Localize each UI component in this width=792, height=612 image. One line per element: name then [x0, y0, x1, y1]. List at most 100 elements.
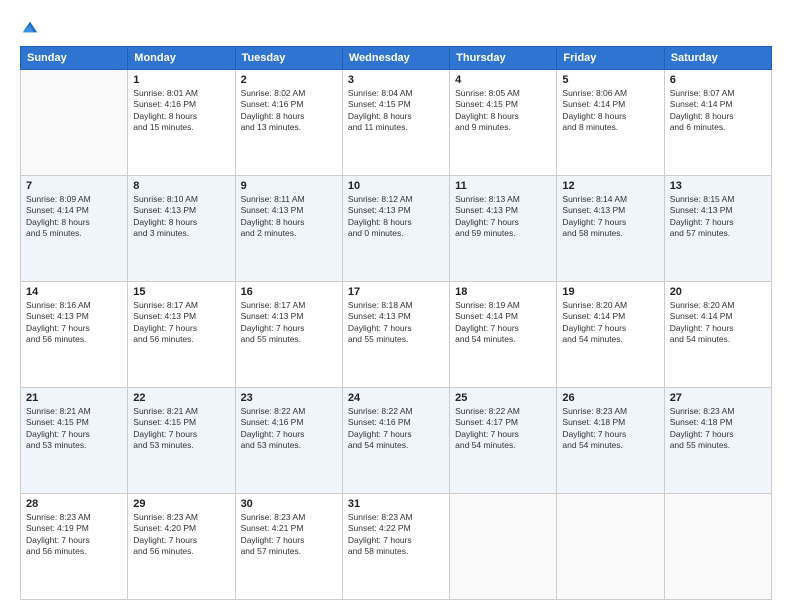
day-number: 6 — [670, 74, 766, 86]
calendar-cell: 21 Sunrise: 8:21 AMSunset: 4:15 PMDayligh… — [21, 388, 128, 494]
day-info: Sunrise: 8:22 AMSunset: 4:16 PMDaylight:… — [348, 406, 444, 452]
calendar-cell: 3 Sunrise: 8:04 AMSunset: 4:15 PMDaylight… — [342, 70, 449, 176]
day-info: Sunrise: 8:19 AMSunset: 4:14 PMDaylight:… — [455, 300, 551, 346]
day-number: 14 — [26, 286, 122, 298]
calendar-week-row: 14Sunrise: 8:16 AMSunset: 4:13 PMDayligh… — [21, 282, 772, 388]
weekday-header-friday: Friday — [557, 47, 664, 70]
day-number: 1 — [133, 74, 229, 86]
day-info: Sunrise: 8:21 AMSunset: 4:15 PMDaylight:… — [133, 406, 229, 452]
calendar-cell: 8 Sunrise: 8:10 AMSunset: 4:13 PMDaylight… — [128, 176, 235, 282]
calendar-cell: 27 Sunrise: 8:23 AMSunset: 4:18 PMDayligh… — [664, 388, 771, 494]
calendar-cell: 6 Sunrise: 8:07 AMSunset: 4:14 PMDaylight… — [664, 70, 771, 176]
day-number: 20 — [670, 286, 766, 298]
day-info: Sunrise: 8:12 AMSunset: 4:13 PMDaylight:… — [348, 194, 444, 240]
calendar-cell — [664, 494, 771, 600]
calendar-cell: 28 Sunrise: 8:23 AMSunset: 4:19 PMDayligh… — [21, 494, 128, 600]
weekday-header-monday: Monday — [128, 47, 235, 70]
calendar-cell — [21, 70, 128, 176]
day-info: Sunrise: 8:05 AMSunset: 4:15 PMDaylight:… — [455, 88, 551, 134]
calendar-cell: 11Sunrise: 8:13 AMSunset: 4:13 PMDayligh… — [450, 176, 557, 282]
weekday-header-sunday: Sunday — [21, 47, 128, 70]
calendar-cell: 20 Sunrise: 8:20 AMSunset: 4:14 PMDayligh… — [664, 282, 771, 388]
day-info: Sunrise: 8:20 AMSunset: 4:14 PMDaylight:… — [562, 300, 658, 346]
day-number: 16 — [241, 286, 337, 298]
day-number: 25 — [455, 392, 551, 404]
day-number: 23 — [241, 392, 337, 404]
calendar-cell: 23Sunrise: 8:22 AMSunset: 4:16 PMDayligh… — [235, 388, 342, 494]
day-number: 4 — [455, 74, 551, 86]
weekday-header-thursday: Thursday — [450, 47, 557, 70]
day-number: 18 — [455, 286, 551, 298]
calendar-cell: 13 Sunrise: 8:15 AMSunset: 4:13 PMDayligh… — [664, 176, 771, 282]
day-number: 2 — [241, 74, 337, 86]
calendar-week-row: 28 Sunrise: 8:23 AMSunset: 4:19 PMDayligh… — [21, 494, 772, 600]
day-number: 15 — [133, 286, 229, 298]
calendar-cell: 18 Sunrise: 8:19 AMSunset: 4:14 PMDayligh… — [450, 282, 557, 388]
weekday-header-tuesday: Tuesday — [235, 47, 342, 70]
day-number: 28 — [26, 498, 122, 510]
day-number: 26 — [562, 392, 658, 404]
day-info: Sunrise: 8:13 AMSunset: 4:13 PMDaylight:… — [455, 194, 551, 240]
day-number: 30 — [241, 498, 337, 510]
day-info: Sunrise: 8:11 AMSunset: 4:13 PMDaylight:… — [241, 194, 337, 240]
day-number: 12 — [562, 180, 658, 192]
calendar-cell: 30 Sunrise: 8:23 AMSunset: 4:21 PMDayligh… — [235, 494, 342, 600]
day-info: Sunrise: 8:21 AMSunset: 4:15 PMDaylight:… — [26, 406, 122, 452]
calendar-cell: 24Sunrise: 8:22 AMSunset: 4:16 PMDayligh… — [342, 388, 449, 494]
day-number: 5 — [562, 74, 658, 86]
day-info: Sunrise: 8:18 AMSunset: 4:13 PMDaylight:… — [348, 300, 444, 346]
day-info: Sunrise: 8:23 AMSunset: 4:21 PMDaylight:… — [241, 512, 337, 558]
day-number: 21 — [26, 392, 122, 404]
day-number: 13 — [670, 180, 766, 192]
day-info: Sunrise: 8:10 AMSunset: 4:13 PMDaylight:… — [133, 194, 229, 240]
calendar-cell: 16 Sunrise: 8:17 AMSunset: 4:13 PMDayligh… — [235, 282, 342, 388]
day-info: Sunrise: 8:07 AMSunset: 4:14 PMDaylight:… — [670, 88, 766, 134]
day-number: 29 — [133, 498, 229, 510]
weekday-header-wednesday: Wednesday — [342, 47, 449, 70]
day-info: Sunrise: 8:04 AMSunset: 4:15 PMDaylight:… — [348, 88, 444, 134]
page: SundayMondayTuesdayWednesdayThursdayFrid… — [0, 0, 792, 612]
day-number: 9 — [241, 180, 337, 192]
calendar-cell: 31 Sunrise: 8:23 AMSunset: 4:22 PMDayligh… — [342, 494, 449, 600]
day-number: 3 — [348, 74, 444, 86]
day-info: Sunrise: 8:01 AMSunset: 4:16 PMDaylight:… — [133, 88, 229, 134]
calendar-cell: 19 Sunrise: 8:20 AMSunset: 4:14 PMDayligh… — [557, 282, 664, 388]
day-info: Sunrise: 8:15 AMSunset: 4:13 PMDaylight:… — [670, 194, 766, 240]
calendar-cell: 14Sunrise: 8:16 AMSunset: 4:13 PMDayligh… — [21, 282, 128, 388]
day-number: 10 — [348, 180, 444, 192]
day-number: 31 — [348, 498, 444, 510]
day-number: 17 — [348, 286, 444, 298]
header — [20, 18, 772, 36]
calendar-cell: 12Sunrise: 8:14 AMSunset: 4:13 PMDayligh… — [557, 176, 664, 282]
calendar-table: SundayMondayTuesdayWednesdayThursdayFrid… — [20, 46, 772, 600]
calendar-cell: 26Sunrise: 8:23 AMSunset: 4:18 PMDayligh… — [557, 388, 664, 494]
day-number: 27 — [670, 392, 766, 404]
day-info: Sunrise: 8:23 AMSunset: 4:22 PMDaylight:… — [348, 512, 444, 558]
day-info: Sunrise: 8:23 AMSunset: 4:19 PMDaylight:… — [26, 512, 122, 558]
calendar-cell: 22Sunrise: 8:21 AMSunset: 4:15 PMDayligh… — [128, 388, 235, 494]
day-info: Sunrise: 8:22 AMSunset: 4:17 PMDaylight:… — [455, 406, 551, 452]
calendar-cell: 17 Sunrise: 8:18 AMSunset: 4:13 PMDayligh… — [342, 282, 449, 388]
day-number: 19 — [562, 286, 658, 298]
calendar-header-row: SundayMondayTuesdayWednesdayThursdayFrid… — [21, 47, 772, 70]
calendar-cell: 25 Sunrise: 8:22 AMSunset: 4:17 PMDayligh… — [450, 388, 557, 494]
calendar-week-row: 1 Sunrise: 8:01 AMSunset: 4:16 PMDaylight… — [21, 70, 772, 176]
logo-icon — [21, 18, 39, 36]
day-info: Sunrise: 8:17 AMSunset: 4:13 PMDaylight:… — [241, 300, 337, 346]
calendar-cell: 10 Sunrise: 8:12 AMSunset: 4:13 PMDayligh… — [342, 176, 449, 282]
day-info: Sunrise: 8:09 AMSunset: 4:14 PMDaylight:… — [26, 194, 122, 240]
day-info: Sunrise: 8:23 AMSunset: 4:18 PMDaylight:… — [670, 406, 766, 452]
calendar-week-row: 7 Sunrise: 8:09 AMSunset: 4:14 PMDaylight… — [21, 176, 772, 282]
day-info: Sunrise: 8:17 AMSunset: 4:13 PMDaylight:… — [133, 300, 229, 346]
calendar-cell: 7 Sunrise: 8:09 AMSunset: 4:14 PMDaylight… — [21, 176, 128, 282]
day-info: Sunrise: 8:20 AMSunset: 4:14 PMDaylight:… — [670, 300, 766, 346]
day-info: Sunrise: 8:06 AMSunset: 4:14 PMDaylight:… — [562, 88, 658, 134]
calendar-cell: 9 Sunrise: 8:11 AMSunset: 4:13 PMDaylight… — [235, 176, 342, 282]
day-info: Sunrise: 8:02 AMSunset: 4:16 PMDaylight:… — [241, 88, 337, 134]
day-number: 7 — [26, 180, 122, 192]
calendar-week-row: 21 Sunrise: 8:21 AMSunset: 4:15 PMDayligh… — [21, 388, 772, 494]
calendar-cell: 15 Sunrise: 8:17 AMSunset: 4:13 PMDayligh… — [128, 282, 235, 388]
calendar-cell — [450, 494, 557, 600]
day-number: 8 — [133, 180, 229, 192]
calendar-cell: 4 Sunrise: 8:05 AMSunset: 4:15 PMDaylight… — [450, 70, 557, 176]
